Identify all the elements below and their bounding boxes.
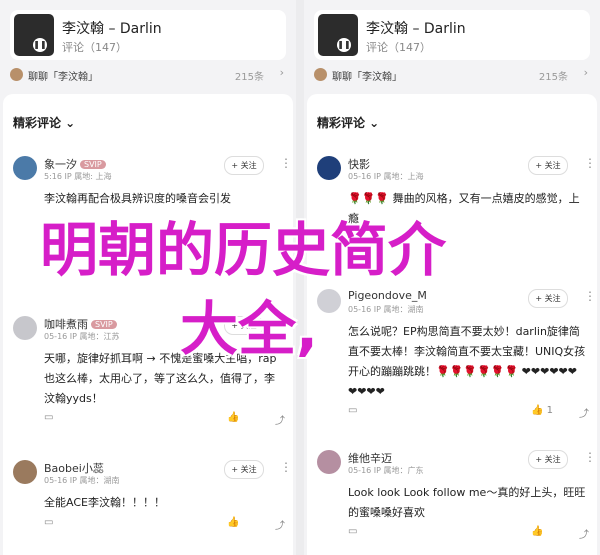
username[interactable]: 咖啡煮雨 SVIP [44, 316, 117, 332]
chat-row[interactable]: 聊聊「李汶翰」 215条 › [314, 64, 590, 86]
follow-button[interactable]: + 关注 [528, 156, 568, 175]
chat-label: 聊聊「李汶翰」 [28, 72, 98, 83]
comment-text: Look look Look follow me～真的好上头，旺旺的蜜嗓嗓好喜欢 [348, 486, 586, 519]
song-title: 李汶翰 – Darlin [366, 21, 466, 37]
svip-badge: SVIP [91, 320, 117, 329]
avatar [10, 68, 23, 81]
song-title: 李汶翰 – Darlin [62, 21, 162, 37]
comment-count: 评论（147） [62, 41, 127, 54]
comment-meta: 05-16 IP 属地：湖南 [44, 476, 120, 485]
avatar [314, 68, 327, 81]
comment-count: 评论（147） [366, 41, 431, 54]
avatar[interactable] [317, 289, 341, 313]
share-icon[interactable]: ⤴ [579, 405, 589, 420]
more-icon[interactable]: ⋮ [584, 289, 596, 303]
comment-icon[interactable]: ▭ [348, 405, 357, 416]
comment-icon[interactable]: ▭ [348, 526, 357, 537]
comments-card: 精彩评论 ⌄ 快影 05-16 IP 属地：上海 + 关注 ⋮ 🌹🌹🌹 舞曲的风… [307, 94, 597, 555]
more-icon[interactable]: ⋮ [280, 460, 292, 474]
song-card[interactable]: ❚❚ 李汶翰 – Darlin 评论（147） [10, 10, 286, 60]
comment-text: 怎么说呢？EP构思简直不要太妙！darlin旋律简直不要太棒！李汶翰简直不要太宝… [348, 325, 586, 398]
comment-meta: 05-16 IP 属地：湖南 [348, 305, 424, 314]
username[interactable]: 象一汐 SVIP [44, 156, 106, 172]
album-art[interactable]: ❚❚ [14, 14, 54, 56]
comment-icon[interactable]: ▭ [44, 412, 53, 423]
pause-icon[interactable]: ❚❚ [33, 38, 47, 52]
username[interactable]: Baobei小蕊 [44, 460, 104, 476]
follow-button[interactable]: + 关注 [528, 450, 568, 469]
more-icon[interactable]: ⋮ [584, 450, 596, 464]
pause-icon[interactable]: ❚❚ [337, 38, 351, 52]
avatar[interactable] [13, 156, 37, 180]
like-icon[interactable]: 👍 [531, 526, 543, 537]
chat-count: 215条 [234, 72, 264, 83]
avatar[interactable] [317, 450, 341, 474]
more-icon[interactable]: ⋮ [280, 156, 292, 170]
username[interactable]: 快影 [348, 156, 370, 172]
username[interactable]: Pigeondove_M [348, 289, 427, 302]
chat-label: 聊聊「李汶翰」 [332, 72, 402, 83]
comment-meta: 05-16 IP 属地：江苏 [44, 332, 120, 341]
chat-count: 215条 [538, 72, 568, 83]
comment-text: 全能ACE李汶翰！！！！ [44, 496, 165, 509]
album-art[interactable]: ❚❚ [318, 14, 358, 56]
overlay-subtitle: 大全, [180, 295, 319, 363]
share-icon[interactable]: ⤴ [275, 517, 285, 532]
chat-row[interactable]: 聊聊「李汶翰」 215条 › [10, 64, 286, 86]
follow-button[interactable]: + 关注 [224, 156, 264, 175]
like-icon[interactable]: 👍 [227, 517, 239, 528]
share-icon[interactable]: ⤴ [579, 526, 589, 541]
comment-meta: 05-16 IP 属地：上海 [348, 172, 424, 181]
share-icon[interactable]: ⤴ [275, 412, 285, 427]
song-card[interactable]: ❚❚ 李汶翰 – Darlin 评论（147） [314, 10, 590, 60]
comment-icon[interactable]: ▭ [44, 517, 53, 528]
sort-dropdown[interactable]: 精彩评论 ⌄ [13, 114, 75, 131]
overlay-title: 明朝的历史简介 [40, 216, 447, 284]
avatar[interactable] [13, 460, 37, 484]
svip-badge: SVIP [80, 160, 106, 169]
follow-button[interactable]: + 关注 [528, 289, 568, 308]
like-icon[interactable]: 👍 [227, 412, 239, 423]
avatar[interactable] [13, 316, 37, 340]
more-icon[interactable]: ⋮ [584, 156, 596, 170]
chevron-right-icon[interactable]: › [584, 66, 588, 79]
comment-meta: 05-16 IP 属地：广东 [348, 466, 424, 475]
like-icon[interactable]: 👍 1 [531, 405, 553, 416]
username[interactable]: 维他辛迈 [348, 450, 392, 466]
chevron-right-icon[interactable]: › [280, 66, 284, 79]
like-count: 1 [546, 405, 554, 416]
follow-button[interactable]: + 关注 [224, 460, 264, 479]
comment-meta: 5:16 IP 属地: 上海 [44, 172, 112, 181]
avatar[interactable] [317, 156, 341, 180]
sort-dropdown[interactable]: 精彩评论 ⌄ [317, 114, 379, 131]
